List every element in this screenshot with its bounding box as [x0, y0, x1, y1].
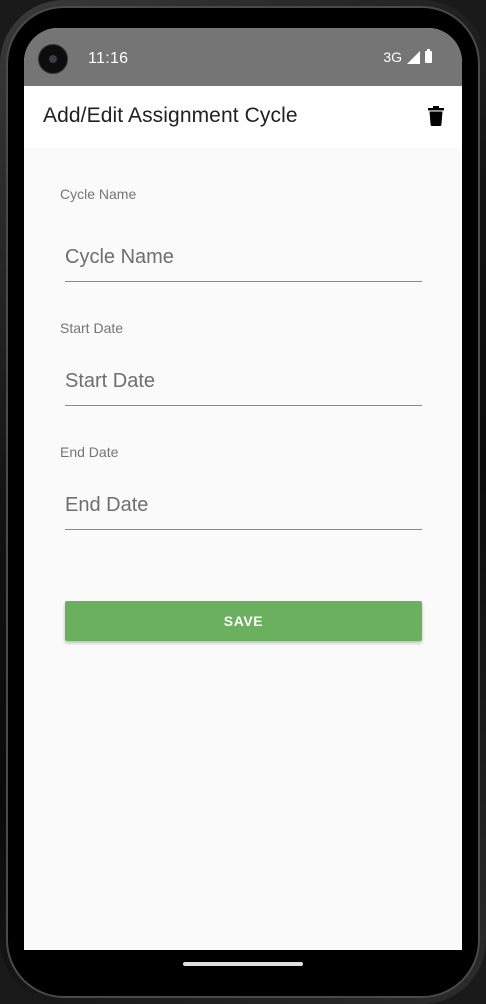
status-bar: 11:16 3G: [24, 28, 462, 86]
start-date-input[interactable]: [65, 358, 422, 406]
navigation-bar: [24, 950, 462, 980]
trash-icon: [428, 106, 444, 126]
status-indicators: 3G: [383, 49, 432, 65]
cycle-name-input[interactable]: [65, 234, 422, 282]
screen: 11:16 3G Add/Edit Assignment Cycle Cycle…: [24, 28, 462, 980]
start-date-label: Start Date: [60, 320, 124, 336]
delete-button[interactable]: [420, 100, 452, 132]
signal-icon: [407, 50, 420, 64]
end-date-label: End Date: [60, 444, 119, 460]
save-button[interactable]: SAVE: [65, 601, 422, 641]
home-indicator[interactable]: [183, 962, 303, 966]
camera-icon: [38, 44, 68, 74]
page-title: Add/Edit Assignment Cycle: [43, 104, 298, 127]
app-bar: Add/Edit Assignment Cycle: [24, 86, 462, 148]
end-date-input[interactable]: [65, 482, 422, 530]
battery-icon: [425, 49, 432, 63]
cycle-name-label: Cycle Name: [60, 186, 137, 202]
network-type: 3G: [383, 49, 402, 65]
status-time: 11:16: [88, 50, 129, 67]
